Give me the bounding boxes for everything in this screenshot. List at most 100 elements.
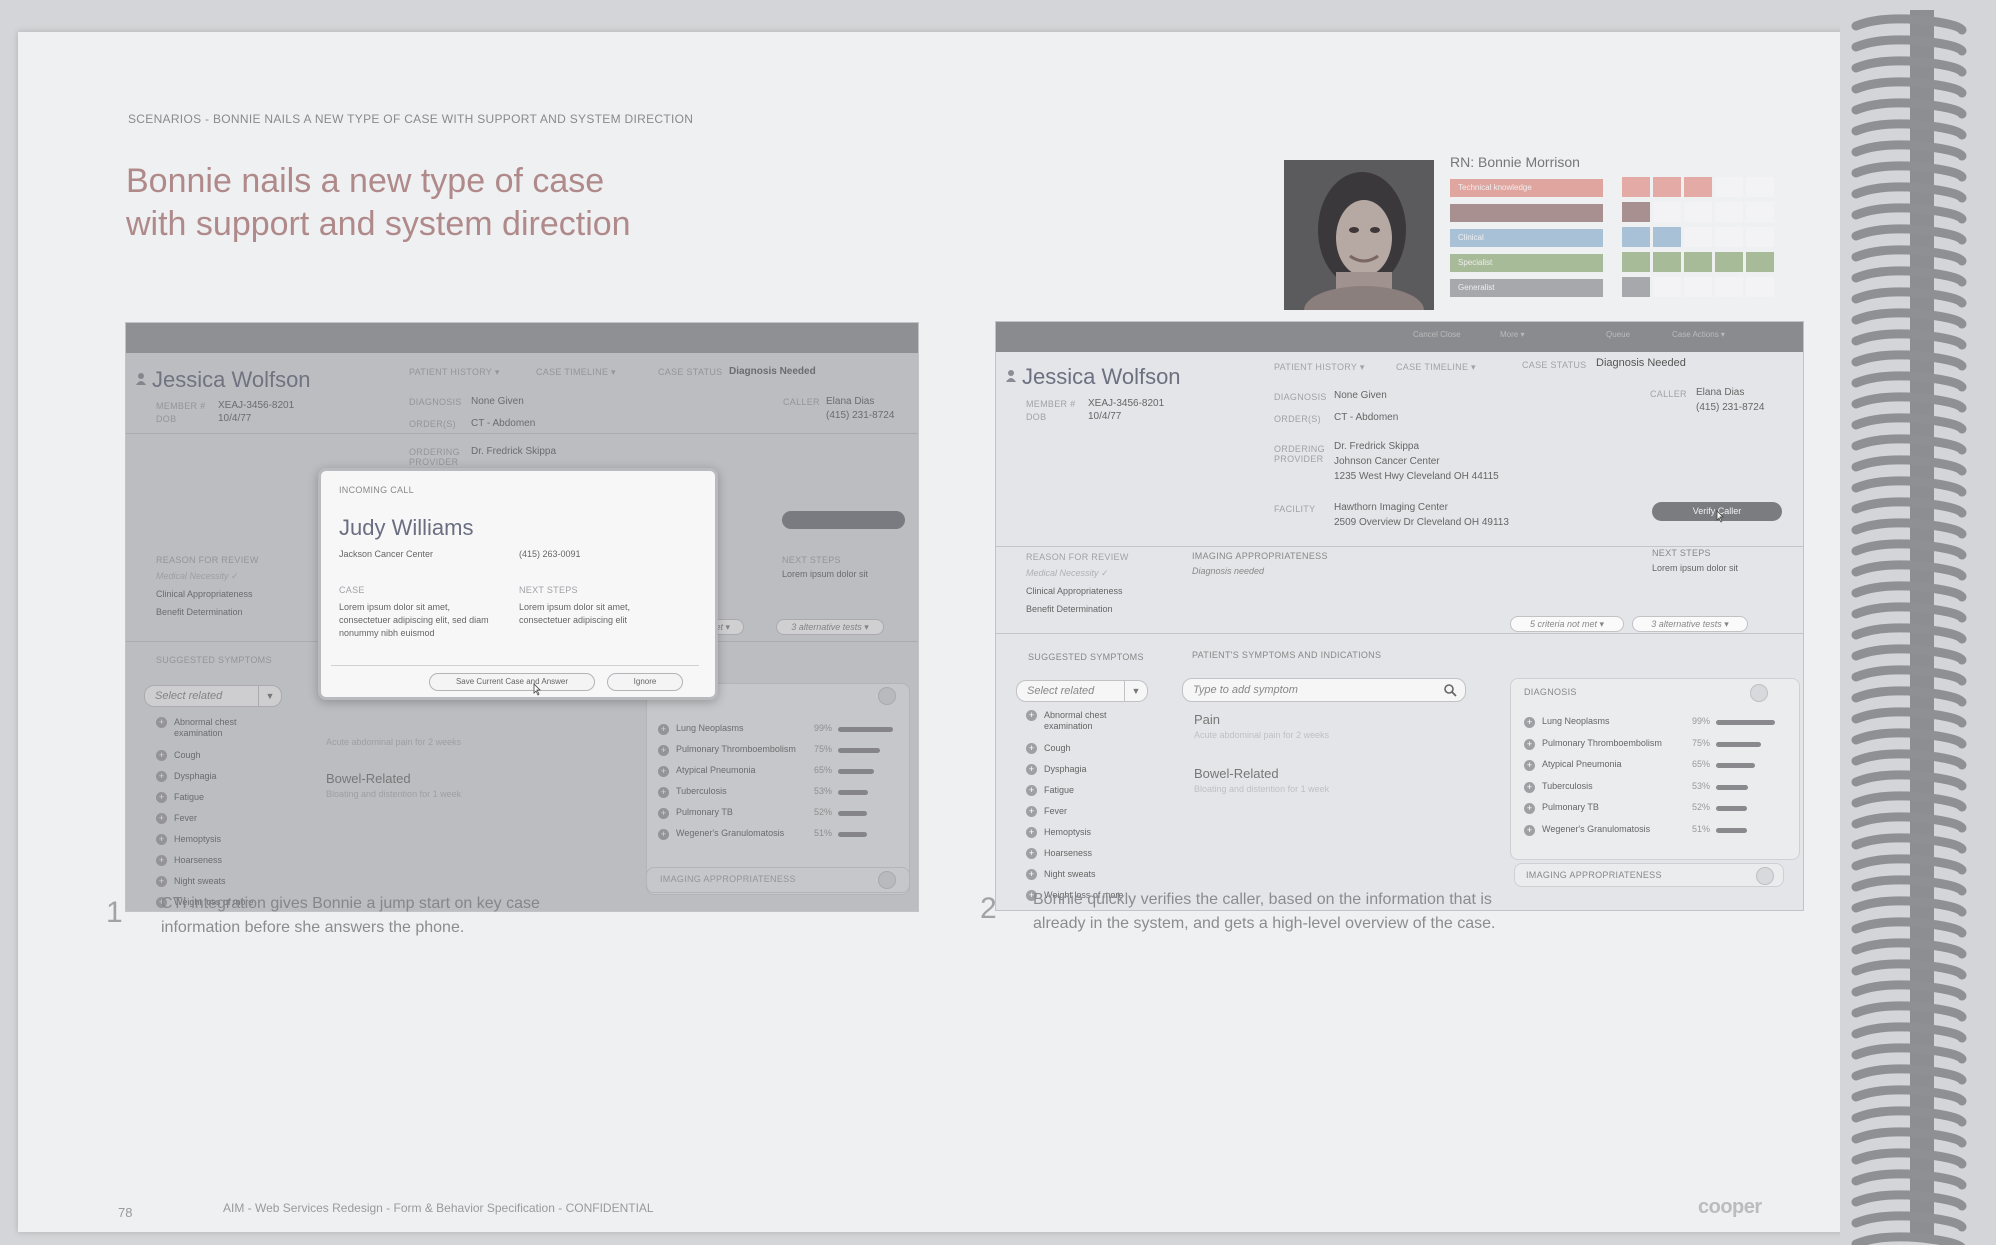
add-icon[interactable]: +: [1524, 824, 1535, 836]
modal-next-steps-label: NEXT STEPS: [519, 585, 578, 595]
symptom-item[interactable]: + Cough: [1026, 743, 1071, 754]
save-and-answer-button[interactable]: Save Current Case and Answer: [429, 673, 595, 691]
collapse-icon[interactable]: [1750, 684, 1768, 702]
diagnosis-likelihood-bar: [1716, 806, 1747, 811]
add-icon[interactable]: +: [1026, 785, 1037, 796]
add-icon[interactable]: +: [1524, 803, 1535, 814]
persona-grid-cell: [1746, 227, 1774, 247]
select-related-dropdown[interactable]: Select related ▼: [1016, 680, 1148, 702]
divider: [331, 665, 699, 666]
case-status-value: Diagnosis Needed: [1596, 357, 1686, 369]
diagnosis-percent: 52%: [1692, 802, 1711, 812]
persona-grid-cell: [1746, 202, 1774, 222]
reason-for-review-label: REASON FOR REVIEW: [1026, 552, 1129, 562]
ordering-provider-line: Johnson Cancer Center: [1334, 456, 1440, 467]
pain-detail: Acute abdominal pain for 2 weeks: [1194, 730, 1330, 740]
persona-grid-cell: [1653, 227, 1681, 247]
symptom-label: Night sweats: [1044, 869, 1096, 879]
modal-caller-org: Jackson Cancer Center: [339, 549, 434, 559]
next-steps-value: Lorem ipsum dolor sit: [1652, 563, 1739, 573]
spec-page: SCENARIOS - BONNIE NAILS A NEW TYPE OF C…: [18, 32, 1898, 1232]
diagnosis-item[interactable]: + Pulmonary Thromboembolism 75%: [1524, 738, 1794, 752]
symptom-item[interactable]: + Fatigue: [1026, 785, 1074, 796]
diagnosis-percent: 99%: [1692, 716, 1711, 726]
page-title-line-2: with support and system direction: [126, 205, 631, 243]
persona-grid-cell: [1622, 277, 1650, 297]
diagnosis-percent: 75%: [1692, 737, 1711, 748]
symptom-item[interactable]: + Dysphagia: [1026, 764, 1087, 775]
orders-label: ORDER(S): [1274, 414, 1321, 424]
symptom-item[interactable]: + Fever: [1026, 806, 1067, 817]
orders-value: CT - Abdomen: [1334, 412, 1399, 423]
cursor-icon: [1716, 510, 1724, 523]
add-icon[interactable]: +: [1524, 760, 1535, 771]
symptom-label: Abnormal chest examination: [1044, 710, 1107, 731]
add-icon[interactable]: +: [1026, 869, 1037, 880]
expand-icon[interactable]: [1756, 867, 1774, 885]
reason-item[interactable]: Benefit Determination: [1026, 604, 1113, 614]
ignore-button[interactable]: Ignore: [607, 673, 683, 691]
dob-label: DOB: [1026, 412, 1047, 422]
diagnosis-item[interactable]: + Pulmonary TB 52%: [1524, 802, 1794, 816]
symptom-item[interactable]: + Night sweats: [1026, 869, 1096, 880]
modal-case-label: CASE: [339, 585, 365, 595]
alternative-tests-pill[interactable]: 3 alternative tests ▾: [1632, 616, 1748, 632]
topbar-item[interactable]: Cancel Close: [1413, 330, 1461, 339]
reason-item[interactable]: Clinical Appropriateness: [1026, 586, 1123, 596]
add-icon[interactable]: +: [1524, 781, 1535, 793]
diagnosis-item[interactable]: + Atypical Pneumonia 65%: [1524, 759, 1794, 773]
reason-item[interactable]: Medical Necessity ✓: [1026, 568, 1109, 579]
topbar-item[interactable]: Queue: [1606, 330, 1630, 339]
diagnosis-name: Atypical Pneumonia: [1542, 759, 1622, 769]
diagnosis-percent: 53%: [1692, 780, 1711, 791]
tab-patient-history[interactable]: PATIENT HISTORY ▾: [1274, 362, 1365, 373]
add-icon[interactable]: +: [1026, 710, 1037, 721]
ordering-provider-line: Dr. Fredrick Skippa: [1334, 441, 1420, 452]
search-icon[interactable]: [1444, 684, 1457, 697]
symptom-item[interactable]: + Hoarseness: [1026, 848, 1092, 859]
add-icon[interactable]: +: [1524, 738, 1535, 750]
diagnosis-likelihood-bar: [1716, 763, 1755, 768]
persona-grid-cell: [1715, 177, 1743, 197]
topbar-item[interactable]: More ▾: [1500, 330, 1524, 339]
case-status-label: CASE STATUS: [1522, 360, 1587, 370]
persona-grid-cell: [1684, 277, 1712, 297]
member-value: XEAJ-3456-8201: [1088, 398, 1165, 409]
add-icon[interactable]: +: [1524, 717, 1535, 728]
persona-photo: [1284, 160, 1434, 310]
persona-name: RN: Bonnie Morrison: [1450, 154, 1580, 170]
persona-grid-cell: [1622, 252, 1650, 272]
topbar-item[interactable]: Case Actions ▾: [1672, 330, 1725, 339]
divider: [996, 546, 1803, 547]
page-number: 78: [118, 1205, 133, 1220]
section-header: SCENARIOS - BONNIE NAILS A NEW TYPE OF C…: [128, 112, 694, 126]
ordering-provider-label: ORDERING PROVIDER: [1274, 444, 1325, 464]
diagnosis-likelihood-bar: [1716, 827, 1747, 833]
persona-skill-bar: Technical knowledge: [1450, 179, 1603, 197]
criteria-not-met-pill[interactable]: 5 criteria not met ▾: [1510, 616, 1624, 632]
diagnosis-item[interactable]: + Lung Neoplasms 99%: [1524, 716, 1794, 730]
persona-grid-cell: [1622, 177, 1650, 197]
symptom-item[interactable]: + Abnormal chest examination: [1026, 710, 1124, 732]
screen-case-overview: Cancel Close More ▾ Queue Case Actions ▾…: [995, 321, 1804, 911]
symptom-label: Hoarseness: [1044, 848, 1093, 858]
modal-case-text: Lorem ipsum dolor sit amet, consectetuer…: [339, 602, 489, 638]
diagnosis-name: Tuberculosis: [1542, 780, 1593, 791]
diagnosis-item[interactable]: + Wegener's Granulomatosis 51%: [1524, 824, 1794, 838]
diagnosis-value: None Given: [1334, 390, 1387, 401]
tab-case-timeline[interactable]: CASE TIMELINE ▾: [1396, 362, 1476, 373]
persona-grid-cell: [1653, 202, 1681, 222]
add-icon[interactable]: +: [1026, 806, 1037, 817]
diagnosis-item[interactable]: + Tuberculosis 53%: [1524, 781, 1794, 795]
add-icon[interactable]: +: [1026, 743, 1037, 754]
add-icon[interactable]: +: [1026, 848, 1037, 859]
pain-label: Pain: [1194, 712, 1221, 727]
bowel-detail: Bloating and distention for 1 week: [1194, 784, 1330, 794]
add-icon[interactable]: +: [1026, 827, 1037, 838]
add-icon[interactable]: +: [1026, 764, 1037, 775]
persona-grid-cell: [1715, 277, 1743, 297]
symptom-item[interactable]: + Hemoptysis: [1026, 827, 1091, 838]
app-topbar: Cancel Close More ▾ Queue Case Actions ▾: [996, 322, 1803, 352]
symptom-search-input[interactable]: Type to add symptom: [1182, 678, 1466, 702]
persona-skill-bar: Clinical: [1450, 229, 1603, 247]
